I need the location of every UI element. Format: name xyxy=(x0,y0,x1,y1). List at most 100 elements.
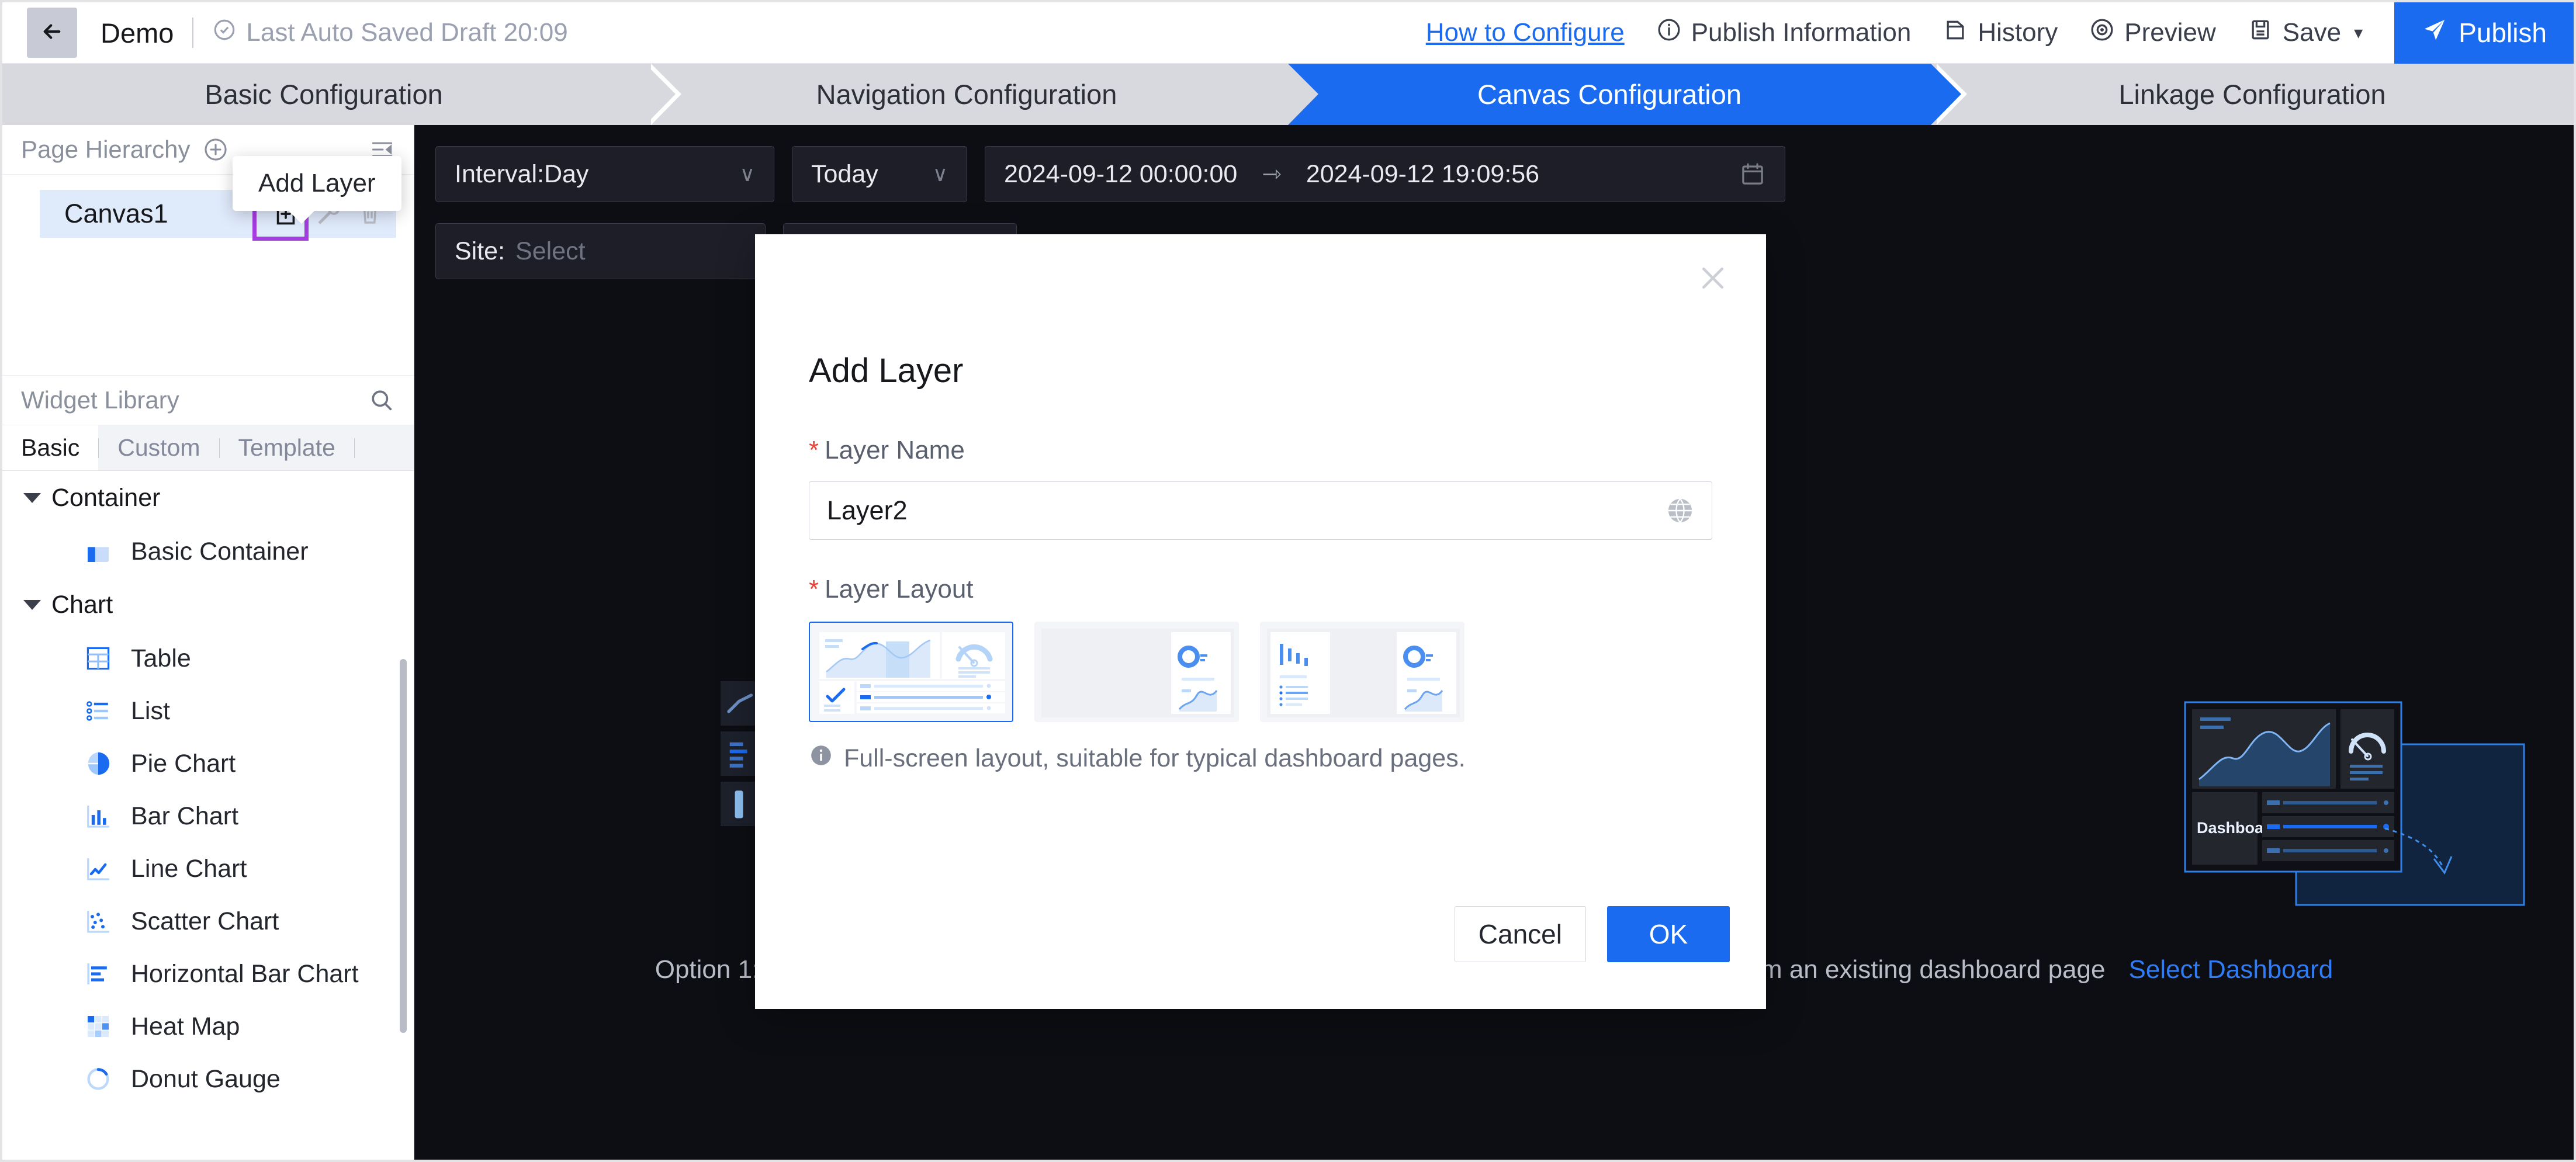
step-label: Linkage Configuration xyxy=(2118,79,2386,110)
option-2-text: s from an existing dashboard page xyxy=(1711,955,2106,984)
step-linkage-configuration[interactable]: Linkage Configuration xyxy=(1931,64,2574,125)
chevron-down-icon: ▾ xyxy=(2354,23,2363,43)
how-to-configure-link[interactable]: How to Configure xyxy=(1426,18,1625,47)
required-mark: * xyxy=(809,575,819,603)
tab-basic[interactable]: Basic xyxy=(2,425,99,470)
calendar-icon[interactable] xyxy=(1739,161,1766,188)
layout-option-two-column[interactable] xyxy=(1034,622,1239,722)
widget-item-scatter-chart[interactable]: Scatter Chart xyxy=(2,895,414,948)
scatter-chart-icon xyxy=(84,907,112,935)
donut-gauge-icon xyxy=(84,1065,112,1093)
layout-option-three-column[interactable] xyxy=(1260,622,1464,722)
required-mark: * xyxy=(809,436,819,464)
widget-item-horizontal-bar-chart[interactable]: Horizontal Bar Chart xyxy=(2,948,414,1000)
ok-button[interactable]: OK xyxy=(1607,906,1730,962)
add-layer-dialog: Add Layer * Layer Name Layer2 * Layer La… xyxy=(755,234,1766,1009)
layout-hint: Full-screen layout, suitable for typical… xyxy=(809,743,1712,774)
widget-group-chart[interactable]: Chart xyxy=(2,578,414,632)
preview-button[interactable]: Preview xyxy=(2089,17,2216,49)
info-icon xyxy=(809,743,833,774)
dialog-footer: Cancel OK xyxy=(1454,906,1730,962)
bar-chart-icon xyxy=(84,802,112,830)
page-hierarchy-item-canvas1[interactable]: Canvas1 Add Layer xyxy=(40,156,401,241)
widget-item-pie-chart[interactable]: Pie Chart xyxy=(2,737,414,790)
site-label: Site: xyxy=(455,237,505,265)
step-basic-configuration[interactable]: Basic Configuration xyxy=(2,64,681,125)
widget-library-title: Widget Library xyxy=(21,386,179,414)
widget-item-label: Pie Chart xyxy=(131,749,236,778)
layout-hint-text: Full-screen layout, suitable for typical… xyxy=(844,744,1466,772)
pie-chart-icon xyxy=(84,750,112,778)
widget-item-table[interactable]: Table xyxy=(2,632,414,685)
widget-library-header: Widget Library xyxy=(2,375,414,425)
widget-library-tree: Container Basic Container Chart Table Li… xyxy=(2,471,414,1160)
title-divider xyxy=(192,18,194,48)
widget-item-list[interactable]: List xyxy=(2,685,414,737)
dialog-title: Add Layer xyxy=(809,352,964,390)
search-icon[interactable] xyxy=(368,387,395,414)
history-button[interactable]: History xyxy=(1943,17,2058,49)
step-canvas-configuration[interactable]: Canvas Configuration xyxy=(1288,64,1967,125)
layer-name-input[interactable]: Layer2 xyxy=(809,481,1712,540)
publish-information-label: Publish Information xyxy=(1691,18,1912,47)
layer-name-label: Layer Name xyxy=(825,436,965,464)
interval-select[interactable]: Interval:Day ∨ xyxy=(435,146,774,202)
widget-library-scrollbar[interactable] xyxy=(400,659,407,1033)
today-select[interactable]: Today ∨ xyxy=(792,146,967,202)
widget-library-tabs: Basic Custom Template xyxy=(2,425,414,471)
line-chart-icon xyxy=(84,855,112,883)
widget-item-label: Line Chart xyxy=(131,854,247,883)
globe-icon[interactable] xyxy=(1665,495,1695,526)
chevron-down-icon: ∨ xyxy=(932,162,948,186)
widget-item-label: Scatter Chart xyxy=(131,907,279,935)
select-dashboard-link[interactable]: Select Dashboard xyxy=(2128,955,2333,984)
save-disk-icon xyxy=(2248,17,2273,49)
publish-label: Publish xyxy=(2459,18,2547,48)
widget-item-basic-container[interactable]: Basic Container xyxy=(2,525,414,578)
layer-layout-options xyxy=(809,622,1712,722)
widget-item-label: Table xyxy=(131,644,191,672)
site-select[interactable]: Site: Select xyxy=(435,223,766,279)
widget-group-container[interactable]: Container xyxy=(2,471,414,525)
layer-name-value: Layer2 xyxy=(827,495,908,525)
history-icon xyxy=(1943,17,1968,49)
plus-circle-icon[interactable] xyxy=(203,137,228,162)
date-range-picker[interactable]: 2024-09-12 00:00:00 ⇾ 2024-09-12 19:09:5… xyxy=(985,146,1785,202)
canvas-filter-toolbar: Interval:Day ∨ Today ∨ 2024-09-12 00:00:… xyxy=(435,146,2553,202)
horizontal-bar-chart-icon xyxy=(84,960,112,988)
page-hierarchy-title: Page Hierarchy xyxy=(21,136,191,163)
arrow-left-icon xyxy=(40,19,64,47)
tab-custom[interactable]: Custom xyxy=(99,425,219,470)
range-end-value: 2024-09-12 19:09:56 xyxy=(1306,159,1540,188)
send-icon xyxy=(2421,16,2448,50)
widget-item-label: Basic Container xyxy=(131,537,309,566)
wizard-steps: Basic Configuration Navigation Configura… xyxy=(2,64,2574,125)
app-window: Demo Last Auto Saved Draft 20:09 How to … xyxy=(0,0,2576,1162)
widget-item-bar-chart[interactable]: Bar Chart xyxy=(2,790,414,842)
widget-item-line-chart[interactable]: Line Chart xyxy=(2,842,414,895)
tab-template[interactable]: Template xyxy=(220,425,354,470)
step-label: Basic Configuration xyxy=(205,79,443,110)
save-button[interactable]: Save ▾ xyxy=(2248,17,2363,49)
close-icon[interactable] xyxy=(1696,261,1730,295)
info-circle-icon xyxy=(1656,17,1682,49)
range-arrow-icon: ⇾ xyxy=(1262,161,1282,187)
publish-button[interactable]: Publish xyxy=(2394,2,2574,64)
cancel-button[interactable]: Cancel xyxy=(1454,906,1586,962)
canvas-item-label: Canvas1 xyxy=(64,199,168,228)
widget-item-heat-map[interactable]: Heat Map xyxy=(2,1000,414,1053)
back-button[interactable] xyxy=(27,8,77,58)
add-layer-tooltip: Add Layer xyxy=(233,156,401,224)
chevron-down-icon xyxy=(23,493,41,503)
layer-name-label-row: * Layer Name xyxy=(809,436,1712,465)
layer-layout-label-row: * Layer Layout xyxy=(809,575,1712,604)
today-value: Today xyxy=(811,159,878,188)
step-navigation-configuration[interactable]: Navigation Configuration xyxy=(645,64,1318,125)
widget-item-label: List xyxy=(131,696,170,725)
widget-item-label: Horizontal Bar Chart xyxy=(131,959,359,988)
step-label: Navigation Configuration xyxy=(816,79,1117,110)
chevron-down-icon xyxy=(23,600,41,610)
widget-item-donut-gauge[interactable]: Donut Gauge xyxy=(2,1053,414,1105)
layout-option-full-screen[interactable] xyxy=(809,622,1013,722)
publish-information-button[interactable]: Publish Information xyxy=(1656,17,1912,49)
